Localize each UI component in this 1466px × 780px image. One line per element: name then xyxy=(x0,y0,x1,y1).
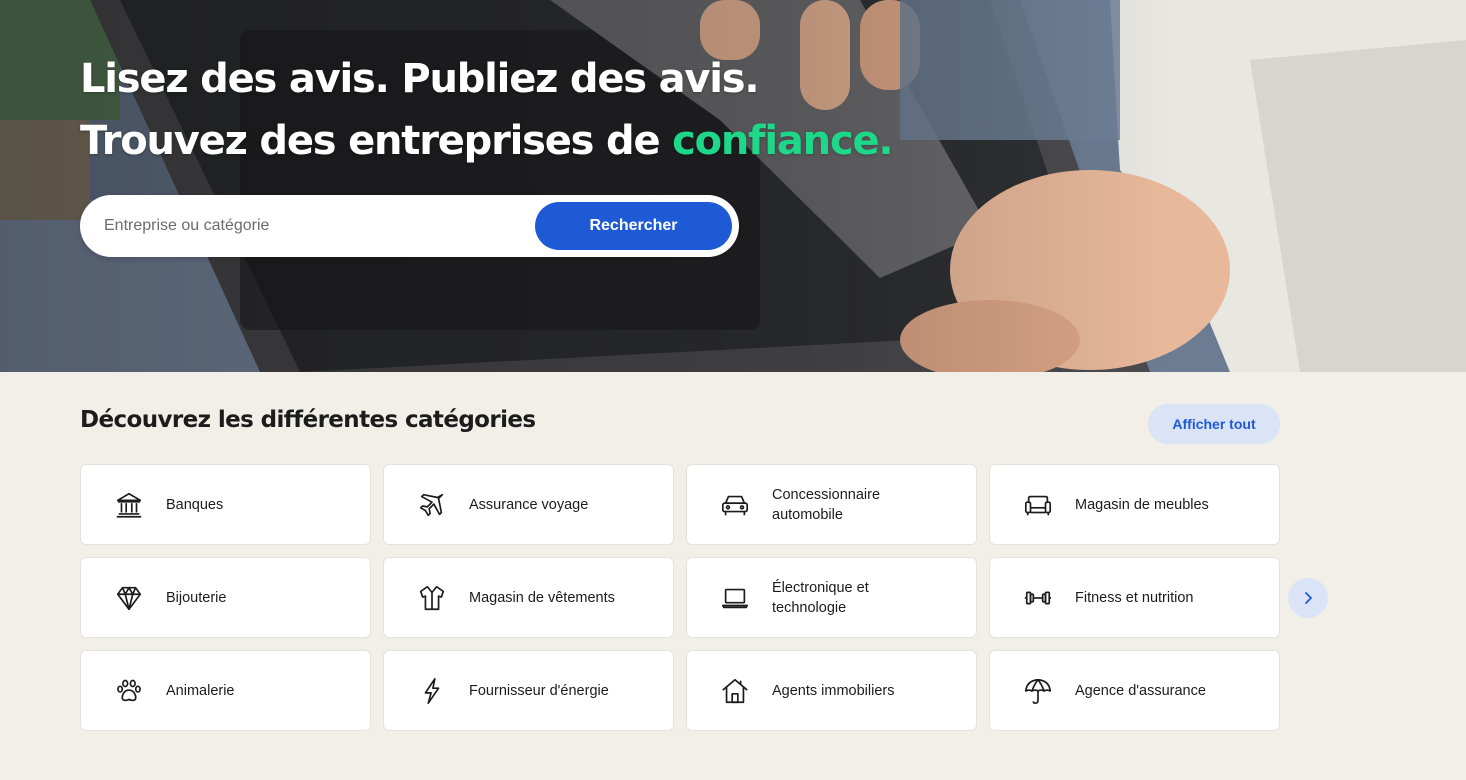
category-label: Assurance voyage xyxy=(469,496,589,513)
category-card-animalerie[interactable]: Animalerie xyxy=(80,650,371,731)
category-label: Magasin de meubles xyxy=(1075,496,1209,513)
category-label: Électronique et technologie xyxy=(772,579,869,616)
category-label: Banques xyxy=(166,496,224,513)
hero-title-line2: Trouvez des entreprises de confiance. xyxy=(80,118,894,164)
category-card-concessionnaire-automobile[interactable]: Concessionnaire automobile xyxy=(686,464,977,545)
category-card-electronique-et-technologie[interactable]: Électronique et technologie xyxy=(686,557,977,638)
lightning-icon xyxy=(416,675,448,707)
search-button[interactable]: Rechercher xyxy=(535,202,732,250)
laptop-icon xyxy=(719,582,751,614)
category-card-banques[interactable]: Banques xyxy=(80,464,371,545)
category-card-agence-d-assurance[interactable]: Agence d'assurance xyxy=(989,650,1280,731)
category-label: Concessionnaire automobile xyxy=(772,486,881,523)
airplane-icon xyxy=(416,489,448,521)
category-label: Fournisseur d'énergie xyxy=(469,682,609,699)
category-card-bijouterie[interactable]: Bijouterie xyxy=(80,557,371,638)
category-card-assurance-voyage[interactable]: Assurance voyage xyxy=(383,464,674,545)
bank-icon xyxy=(113,489,145,521)
umbrella-icon xyxy=(1022,675,1054,707)
hero-title-accent: confiance. xyxy=(672,118,893,164)
category-label: Agents immobiliers xyxy=(772,682,895,699)
category-label: Bijouterie xyxy=(166,589,227,606)
category-label: Animalerie xyxy=(166,682,235,699)
car-icon xyxy=(719,489,751,521)
category-grid: Banques Assurance voyage Concessionnaire… xyxy=(80,464,1280,731)
show-all-button[interactable]: Afficher tout xyxy=(1148,404,1280,444)
search-bar: Rechercher xyxy=(80,195,739,257)
sofa-icon xyxy=(1022,489,1054,521)
hero-title-line1: Lisez des avis. Publiez des avis. xyxy=(80,56,760,102)
category-card-fournisseur-d-energie[interactable]: Fournisseur d'énergie xyxy=(383,650,674,731)
category-label: Magasin de vêtements xyxy=(469,589,615,606)
house-icon xyxy=(719,675,751,707)
diamond-icon xyxy=(113,582,145,614)
carousel-next-button[interactable] xyxy=(1288,578,1328,618)
categories-title: Découvrez les différentes catégories xyxy=(80,407,536,433)
category-card-agents-immobiliers[interactable]: Agents immobiliers xyxy=(686,650,977,731)
dumbbell-icon xyxy=(1022,582,1054,614)
shirt-icon xyxy=(416,582,448,614)
category-label: Agence d'assurance xyxy=(1075,682,1206,699)
search-input[interactable] xyxy=(104,211,524,241)
chevron-right-icon xyxy=(1305,592,1312,604)
category-label: Fitness et nutrition xyxy=(1075,589,1194,606)
paw-icon xyxy=(113,675,145,707)
category-card-fitness-et-nutrition[interactable]: Fitness et nutrition xyxy=(989,557,1280,638)
category-card-magasin-de-meubles[interactable]: Magasin de meubles xyxy=(989,464,1280,545)
hero-title: Lisez des avis. Publiez des avis. Trouve… xyxy=(80,48,894,172)
category-card-magasin-de-vetements[interactable]: Magasin de vêtements xyxy=(383,557,674,638)
hero-banner: Lisez des avis. Publiez des avis. Trouve… xyxy=(0,0,1466,372)
